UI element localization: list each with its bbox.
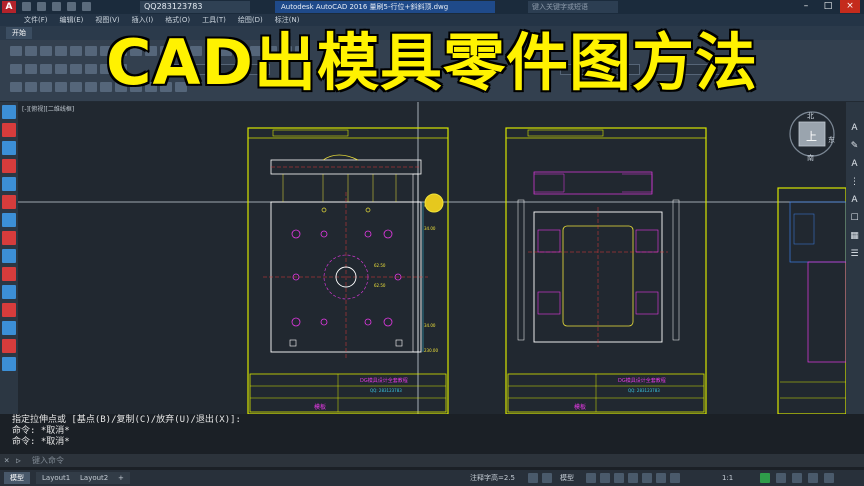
title-block-name: 模板 [574, 403, 586, 411]
construction-line-icon[interactable] [2, 123, 16, 137]
lineweight-icon[interactable] [628, 473, 638, 483]
compass-south: 南 [807, 153, 814, 162]
drawing-canvas: 400.00 34.00 62.50 62.50 34.00 230.00 DG… [18, 102, 846, 414]
line-icon[interactable] [2, 105, 16, 119]
sheet-border-right [505, 127, 707, 414]
add-layout-button[interactable]: + [112, 472, 130, 484]
autocad-logo-icon[interactable]: A [2, 1, 16, 13]
ellipse-icon[interactable] [2, 267, 16, 281]
title-block-right [507, 373, 705, 413]
annotation-visibility-icon[interactable] [670, 473, 680, 483]
spline-icon[interactable] [2, 249, 16, 263]
tab-model[interactable]: 模型 [4, 472, 30, 484]
isolate-objects-icon[interactable] [776, 473, 786, 483]
undo-icon[interactable] [67, 2, 76, 11]
polar-tracking-icon[interactable] [600, 473, 610, 483]
compass-east: 东 [828, 135, 835, 144]
clean-screen-icon[interactable] [808, 473, 818, 483]
command-input-row[interactable]: × ▷ 键入命令 [0, 454, 864, 467]
command-history-line: 命令: *取消* [12, 437, 70, 447]
title-block-company: DG模具设计全套教程 [360, 377, 408, 384]
close-command-icon[interactable]: × [4, 456, 16, 466]
command-window: 指定拉伸点或 [基点(B)/复制(C)/放弃(U)/退出(X)]: 命令: *取… [0, 414, 864, 470]
make-block-icon[interactable] [2, 303, 16, 317]
viewcube-top-label: 上 [806, 130, 817, 143]
section-view [533, 171, 653, 195]
autocad-window: A QQ283123783 Autodesk AutoCAD 2016 量刷5-… [0, 0, 864, 486]
open-file-icon[interactable] [37, 2, 46, 11]
quick-access-toolbar [22, 2, 91, 11]
status-bar: 模型 Layout1 Layout2 + 注释字高=2.5 模型 1:1 [0, 470, 864, 486]
dimension-text: 34.00 [424, 226, 436, 231]
spell-check-icon[interactable]: ⋮ [848, 176, 861, 189]
command-history-line: 指定拉伸点或 [基点(B)/复制(C)/放弃(U)/退出(X)]: [12, 415, 241, 425]
maximize-button[interactable]: □ [818, 0, 838, 13]
command-prompt-icon[interactable]: ▷ [16, 456, 32, 465]
tab-layout2[interactable]: Layout2 [74, 472, 115, 484]
polyline-icon[interactable] [2, 141, 16, 155]
find-text-icon[interactable]: ☐ [848, 212, 861, 225]
transparency-icon[interactable] [642, 473, 652, 483]
snap-mode-icon[interactable] [542, 473, 552, 483]
object-snap-icon[interactable] [614, 473, 624, 483]
circle-icon[interactable] [2, 213, 16, 227]
dimension-text: 62.50 [374, 263, 386, 268]
hatch-icon[interactable] [2, 339, 16, 353]
polygon-icon[interactable] [2, 159, 16, 173]
command-input[interactable]: 键入命令 [32, 455, 64, 466]
dimension-text: 230.00 [424, 348, 438, 353]
title-block-qq: QQ: 283123783 [628, 388, 660, 393]
multiline-text-icon[interactable]: A [848, 158, 861, 171]
customization-icon[interactable] [824, 473, 834, 483]
edit-text-icon[interactable]: A [848, 194, 861, 207]
justify-text-icon[interactable]: ☰ [848, 248, 861, 261]
gradient-icon[interactable] [2, 357, 16, 371]
save-icon[interactable] [52, 2, 61, 11]
point-icon[interactable] [2, 321, 16, 335]
title-block-qq: QQ: 283123783 [370, 388, 402, 393]
compass-north: 北 [807, 112, 814, 120]
revision-cloud-icon[interactable] [2, 231, 16, 245]
text-height-readout[interactable]: 注释字高=2.5 [470, 473, 515, 483]
title-banner: CAD出模具零件图方法 [0, 14, 864, 101]
ortho-mode-icon[interactable] [586, 473, 596, 483]
redo-icon[interactable] [82, 2, 91, 11]
new-file-icon[interactable] [22, 2, 31, 11]
rectangle-icon[interactable] [2, 177, 16, 191]
hardware-acceleration-icon[interactable] [792, 473, 802, 483]
title-block-company: DG模具设计全套教程 [618, 377, 666, 384]
right-toolbar: A ✎ A ⋮ A ☐ ▦ ☰ [846, 102, 864, 414]
annotation-scale[interactable]: 1:1 [722, 473, 733, 483]
tab-layout1[interactable]: Layout1 [36, 472, 77, 484]
insert-block-icon[interactable] [2, 285, 16, 299]
workspace-icon[interactable] [760, 473, 770, 483]
window-controls: – □ × [796, 0, 860, 13]
left-toolbar [0, 102, 18, 414]
command-history-line: 命令: *取消* [12, 426, 70, 436]
title-block-name: 模板 [314, 403, 326, 411]
sheet-border-far-right [777, 187, 846, 414]
banner-text: CAD出模具零件图方法 [105, 25, 759, 101]
close-button[interactable]: × [840, 0, 860, 13]
arc-icon[interactable] [2, 195, 16, 209]
grip-handle-icon[interactable] [424, 193, 444, 213]
scale-text-icon[interactable]: ▦ [848, 230, 861, 243]
dimension-text: 62.50 [374, 283, 386, 288]
title-block-left [249, 373, 447, 413]
selection-cycling-icon[interactable] [656, 473, 666, 483]
grid-icon[interactable] [528, 473, 538, 483]
drawing-viewport[interactable]: [-][俯视][二维线框] 34.00 62.50 62.50 34.00 23… [18, 102, 846, 414]
text-style-icon[interactable]: A [848, 122, 861, 135]
dimension-text: 34.00 [424, 323, 436, 328]
pen-icon[interactable]: ✎ [848, 140, 861, 153]
minimize-button[interactable]: – [796, 0, 816, 13]
model-space-label[interactable]: 模型 [560, 473, 574, 483]
